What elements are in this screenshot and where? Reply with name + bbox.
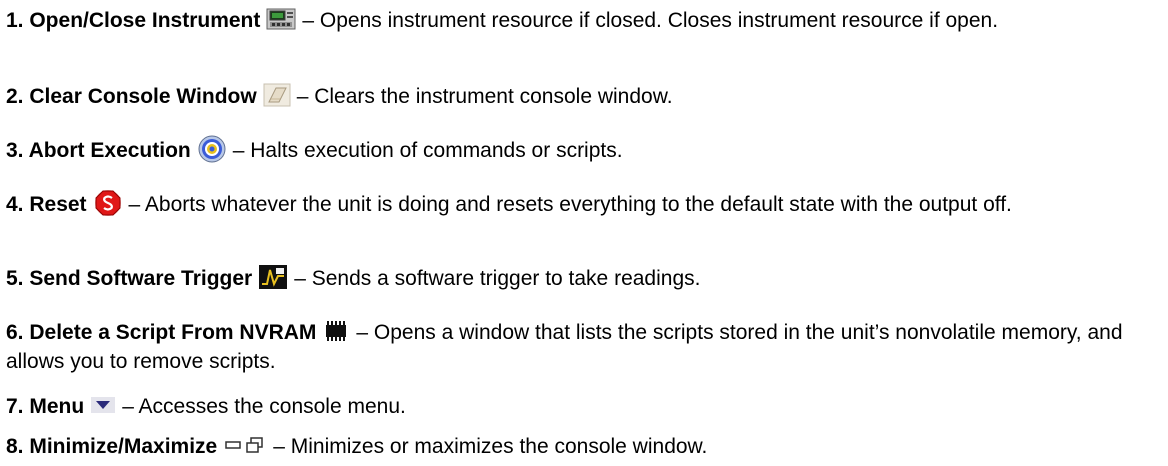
legend-item-clear-console: 2. Clear Console Window – Clears the ins… <box>6 82 673 111</box>
item-title: 2. Clear Console Window <box>6 85 257 108</box>
item-description: – Minimizes or maximizes the console win… <box>273 435 708 458</box>
item-description: – Sends a software trigger to take readi… <box>294 267 701 290</box>
item-title: 3. Abort Execution <box>6 139 191 162</box>
instrument-panel-icon <box>266 8 296 30</box>
item-description: – Aborts whatever the unit is doing and … <box>128 193 1012 216</box>
eraser-icon <box>263 83 291 107</box>
menu-triangle-icon <box>90 396 116 414</box>
item-description: – Clears the instrument console window. <box>296 85 673 108</box>
legend-item-open-close: 1. Open/Close Instrument – Opens instrum… <box>6 6 998 35</box>
item-title: 4. Reset <box>6 193 87 216</box>
item-title: 6. Delete a Script From NVRAM <box>6 321 317 344</box>
legend-item-reset: 4. Reset – Aborts whatever the unit is d… <box>6 190 1012 220</box>
stop-sign-icon <box>93 188 123 218</box>
item-title: 7. Menu <box>6 395 85 418</box>
item-title: 5. Send Software Trigger <box>6 267 253 290</box>
item-description: – Accesses the console menu. <box>122 395 406 418</box>
legend-item-menu: 7. Menu – Accesses the console menu. <box>6 392 406 421</box>
item-description: – Opens instrument resource if closed. C… <box>302 9 999 32</box>
legend-item-abort-execution: 3. Abort Execution – Halts execution of … <box>6 134 623 166</box>
minimize-maximize-icon <box>223 435 267 455</box>
legend-item-minimize-maximize: 8. Minimize/Maximize – Minimizes or maxi… <box>6 432 707 461</box>
item-title: 8. Minimize/Maximize <box>6 435 218 458</box>
item-description: – Halts execution of commands or scripts… <box>232 139 623 162</box>
item-title: 1. Open/Close Instrument <box>6 9 261 32</box>
target-icon <box>197 134 227 164</box>
legend-item-delete-script: 6. Delete a Script From NVRAM – Opens a … <box>6 318 1156 376</box>
trigger-icon <box>258 264 288 290</box>
memory-chip-icon <box>322 320 350 342</box>
legend-item-send-trigger: 5. Send Software Trigger – Sends a softw… <box>6 264 700 293</box>
